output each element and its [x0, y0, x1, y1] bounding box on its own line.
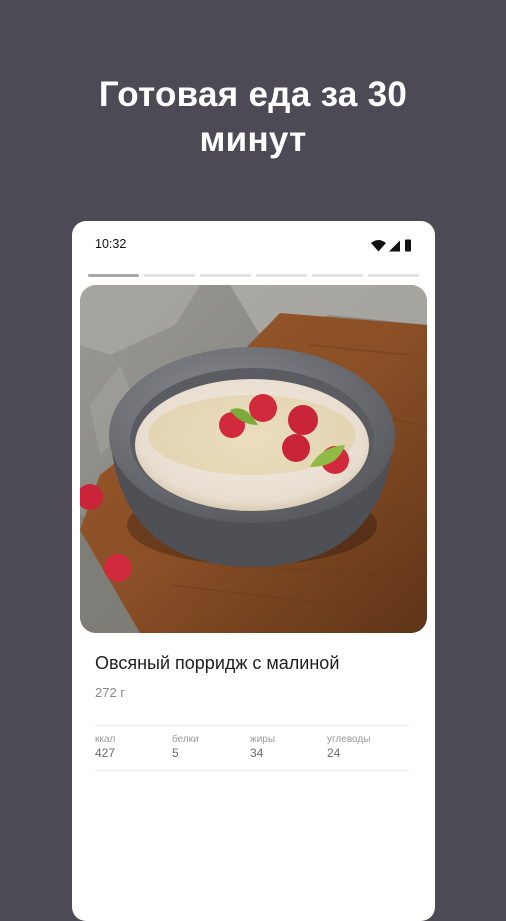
nutrition-carbs: углеводы 24 [327, 734, 370, 761]
dish-weight: 272 г [95, 685, 126, 700]
nutrition-label: жиры [250, 734, 276, 745]
dish-photo[interactable] [80, 285, 427, 633]
nutrition-label: углеводы [327, 734, 371, 745]
phone-screen-card: 10:32 Овсяный порридж с малиной 272 г кк… [72, 221, 435, 921]
raspberry [249, 394, 277, 422]
story-segment [88, 274, 139, 277]
wifi-icon [371, 240, 386, 252]
nutrition-calories: ккал 427 [95, 734, 115, 761]
nutrition-value: 5 [172, 746, 179, 760]
status-bar: 10:32 [72, 221, 435, 267]
nutrition-fats: жиры 34 [250, 734, 275, 761]
story-segment [144, 274, 195, 277]
raspberry [104, 554, 132, 582]
dish-title: Овсяный порридж с малиной [95, 653, 340, 673]
promo-headline-line-1: Готовая еда за 30 [98, 75, 408, 114]
story-segment [312, 274, 363, 277]
story-segment [368, 274, 419, 277]
raspberry [282, 434, 310, 462]
nutrition-value: 24 [327, 746, 341, 760]
battery-icon [405, 239, 411, 252]
nutrition-value: 34 [250, 746, 264, 760]
promo-headline: Готовая еда за 30 минут [0, 72, 506, 162]
status-icons [371, 239, 411, 252]
promo-headline-line-2: минут [199, 120, 307, 159]
nutrition-proteins: белки 5 [172, 734, 199, 761]
status-time: 10:32 [95, 237, 127, 251]
story-segment [200, 274, 251, 277]
nutrition-value: 427 [95, 746, 116, 760]
raspberry [288, 405, 318, 435]
oatmeal-porridge-illustration [80, 285, 427, 633]
signal-icon [389, 240, 400, 252]
nutrition-facts: ккал 427 белки 5 жиры 34 углеводы 24 [95, 725, 409, 771]
story-segment [256, 274, 307, 277]
story-progress [88, 274, 419, 277]
nutrition-label: ккал [95, 734, 116, 745]
nutrition-label: белки [172, 734, 199, 745]
